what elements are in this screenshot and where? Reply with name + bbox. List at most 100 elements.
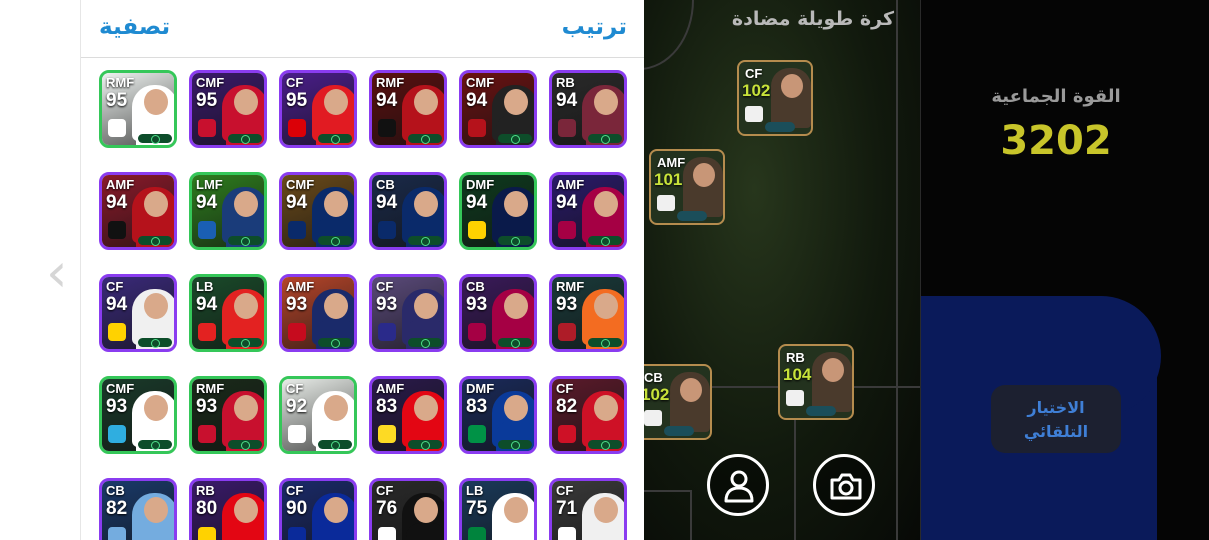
- player-rating: 94: [106, 192, 128, 213]
- player-rating: 94: [376, 90, 398, 111]
- auto-select-label-line1: الاختيار: [1027, 398, 1085, 417]
- player-portrait: [312, 187, 354, 247]
- skill-badge-icon: [138, 440, 172, 450]
- player-card[interactable]: AMF 93: [279, 274, 357, 352]
- player-portrait: [582, 85, 624, 145]
- profile-button[interactable]: [707, 454, 769, 516]
- club-crest-icon: [558, 221, 576, 239]
- camera-button[interactable]: [813, 454, 875, 516]
- player-position: LMF: [196, 177, 223, 192]
- club-crest-icon: [378, 119, 396, 137]
- player-card[interactable]: CF 93: [369, 274, 447, 352]
- player-rating: 94: [556, 192, 578, 213]
- player-portrait: [402, 493, 444, 540]
- player-portrait: [402, 187, 444, 247]
- player-card[interactable]: CF 82: [549, 376, 627, 454]
- player-position: CB: [106, 483, 125, 498]
- club-crest-icon: [378, 527, 396, 540]
- player-position: CMF: [106, 381, 135, 396]
- player-card[interactable]: CF 90: [279, 478, 357, 540]
- player-rating: 104: [783, 365, 812, 384]
- player-card[interactable]: CB 82: [99, 478, 177, 540]
- skill-badge-icon: [498, 338, 532, 348]
- player-position: CMF: [466, 75, 495, 90]
- player-rating: 94: [106, 294, 128, 315]
- player-portrait: [582, 391, 624, 451]
- player-rating: 82: [556, 396, 578, 417]
- player-portrait: [132, 85, 174, 145]
- player-rating: 75: [466, 498, 488, 519]
- player-card[interactable]: LB 94: [189, 274, 267, 352]
- player-card[interactable]: CMF 94: [279, 172, 357, 250]
- pitch-player-card[interactable]: CB 102: [644, 364, 712, 440]
- skill-badge-icon: [228, 134, 262, 144]
- player-portrait: [582, 187, 624, 247]
- player-card[interactable]: CF 95: [279, 70, 357, 148]
- player-position: CB: [644, 370, 663, 385]
- player-card[interactable]: CB 93: [459, 274, 537, 352]
- skill-badge-icon: [588, 338, 622, 348]
- club-crest-icon: [198, 119, 216, 137]
- club-crest-icon: [108, 527, 126, 540]
- player-rating: 83: [466, 396, 488, 417]
- player-position: AMF: [106, 177, 135, 192]
- player-card[interactable]: CF 94: [99, 274, 177, 352]
- player-card[interactable]: AMF 83: [369, 376, 447, 454]
- skill-badge-icon: [765, 122, 795, 132]
- player-position: CMF: [286, 177, 315, 192]
- player-card[interactable]: AMF 94: [99, 172, 177, 250]
- player-card[interactable]: RMF 93: [189, 376, 267, 454]
- player-card[interactable]: CF 71: [549, 478, 627, 540]
- pitch-player-card[interactable]: AMF 101: [649, 149, 725, 225]
- panel-header: تصفية ترتيب: [81, 0, 644, 58]
- player-card[interactable]: LMF 94: [189, 172, 267, 250]
- player-portrait: [312, 391, 354, 451]
- club-crest-icon: [786, 390, 804, 406]
- team-info-panel: القوة الجماعية 3202 الاختيار التلقائي: [920, 0, 1209, 540]
- pitch-player-card[interactable]: RB 104: [778, 344, 854, 420]
- chevron-left-icon[interactable]: ‹: [46, 246, 76, 300]
- player-card[interactable]: DMF 94: [459, 172, 537, 250]
- player-card[interactable]: RMF 95: [99, 70, 177, 148]
- club-crest-icon: [644, 410, 662, 426]
- player-position: RB: [196, 483, 215, 498]
- player-portrait: [132, 289, 174, 349]
- player-card[interactable]: RB 80: [189, 478, 267, 540]
- player-card[interactable]: RMF 94: [369, 70, 447, 148]
- pitch-player-card[interactable]: CF 102: [737, 60, 813, 136]
- player-rating: 93: [466, 294, 488, 315]
- player-portrait: [812, 352, 852, 412]
- skill-badge-icon: [498, 134, 532, 144]
- club-crest-icon: [558, 119, 576, 137]
- player-portrait: [582, 289, 624, 349]
- player-card[interactable]: CF 76: [369, 478, 447, 540]
- player-card[interactable]: CF 92: [279, 376, 357, 454]
- sort-button[interactable]: ترتيب: [562, 14, 627, 40]
- filter-button[interactable]: تصفية: [99, 14, 170, 40]
- skill-badge-icon: [138, 236, 172, 246]
- player-card[interactable]: LB 75: [459, 478, 537, 540]
- person-icon: [724, 470, 754, 503]
- player-card[interactable]: RMF 93: [549, 274, 627, 352]
- player-card[interactable]: CMF 93: [99, 376, 177, 454]
- player-portrait: [312, 85, 354, 145]
- player-card[interactable]: CMF 94: [459, 70, 537, 148]
- player-rating: 101: [654, 170, 683, 189]
- skill-badge-icon: [318, 134, 352, 144]
- player-card[interactable]: DMF 83: [459, 376, 537, 454]
- player-card[interactable]: CMF 95: [189, 70, 267, 148]
- player-rating: 94: [196, 294, 218, 315]
- player-position: RB: [556, 75, 575, 90]
- auto-select-label-line2: التلقائي: [1023, 422, 1089, 441]
- player-card[interactable]: CB 94: [369, 172, 447, 250]
- player-card[interactable]: AMF 94: [549, 172, 627, 250]
- skill-badge-icon: [408, 440, 442, 450]
- player-position: RMF: [196, 381, 225, 396]
- player-card[interactable]: RB 94: [549, 70, 627, 148]
- player-position: AMF: [286, 279, 315, 294]
- club-crest-icon: [198, 527, 216, 540]
- club-crest-icon: [108, 323, 126, 341]
- player-portrait: [222, 289, 264, 349]
- club-crest-icon: [468, 119, 486, 137]
- auto-select-button[interactable]: الاختيار التلقائي: [991, 385, 1121, 453]
